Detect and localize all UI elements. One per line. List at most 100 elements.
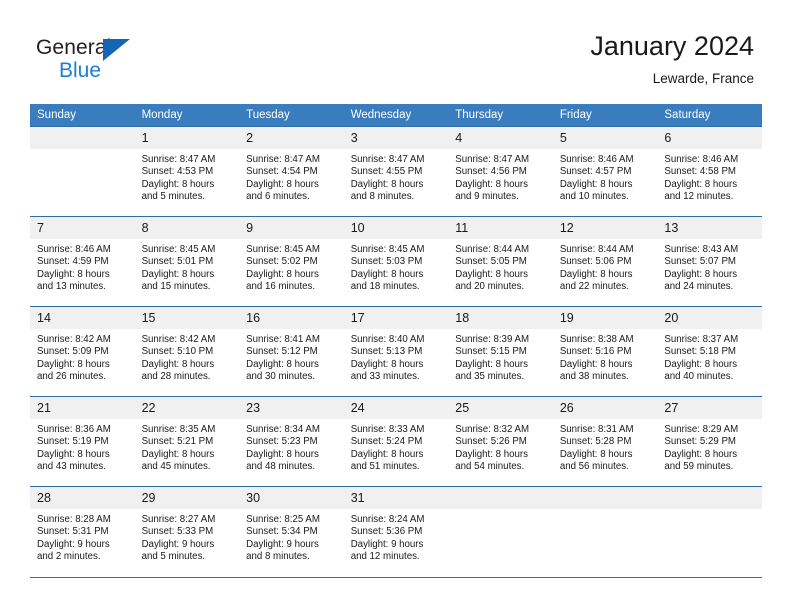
day-number: 2 xyxy=(239,127,344,149)
calendar-day-cell[interactable]: 12 Sunrise: 8:44 AM Sunset: 5:06 PM Dayligh… xyxy=(552,216,658,307)
day-sunset-text: Sunset: 5:21 PM xyxy=(141,436,214,448)
calendar-day-cell-empty xyxy=(657,486,762,577)
day-sunrise-text: Sunrise: 8:29 AM xyxy=(664,424,739,435)
day-number: 6 xyxy=(657,127,762,149)
day-daylight2-text: and 56 minutes. xyxy=(559,461,629,473)
day-number: 30 xyxy=(239,487,344,509)
calendar-day-cell[interactable]: 18 Sunrise: 8:39 AM Sunset: 5:15 PM Dayligh… xyxy=(448,306,553,397)
generalblue-logo[interactable]: General Blue xyxy=(36,36,216,86)
calendar-day-cell[interactable]: 10 Sunrise: 8:45 AM Sunset: 5:03 PM Dayligh… xyxy=(343,216,449,307)
calendar-week-row: 28 Sunrise: 8:28 AM Sunset: 5:31 PM Dayligh… xyxy=(30,486,762,577)
day-number: 19 xyxy=(552,307,658,329)
day-sunrise-text: Sunrise: 8:33 AM xyxy=(350,424,425,435)
day-daylight2-text: and 15 minutes. xyxy=(141,281,211,293)
day-daylight2-text: and 9 minutes. xyxy=(455,191,519,203)
day-sunrise-text: Sunrise: 8:41 AM xyxy=(246,334,320,345)
calendar-day-cell[interactable]: 28 Sunrise: 8:28 AM Sunset: 5:31 PM Dayligh… xyxy=(30,486,135,577)
day-sunset-text: Sunset: 5:16 PM xyxy=(559,346,632,358)
calendar-week-row: 21 Sunrise: 8:36 AM Sunset: 5:19 PM Dayligh… xyxy=(30,396,762,487)
day-number: 21 xyxy=(30,397,135,419)
day-sunset-text: Sunset: 4:59 PM xyxy=(37,256,109,268)
day-number: 29 xyxy=(134,487,240,509)
day-daylight1-text: Daylight: 8 hours xyxy=(350,358,424,370)
calendar-day-cell[interactable]: 21 Sunrise: 8:36 AM Sunset: 5:19 PM Dayligh… xyxy=(30,396,135,487)
weekday-header-friday: Friday xyxy=(552,104,658,127)
day-daylight1-text: Daylight: 8 hours xyxy=(559,268,633,280)
day-number: 23 xyxy=(239,397,344,419)
calendar-day-cell[interactable]: 29 Sunrise: 8:27 AM Sunset: 5:33 PM Dayligh… xyxy=(134,486,240,577)
day-sun-info: Sunrise: 8:37 AM Sunset: 5:18 PM Daylight:… xyxy=(657,329,762,384)
calendar-day-cell[interactable]: 25 Sunrise: 8:32 AM Sunset: 5:26 PM Dayligh… xyxy=(448,396,553,487)
day-daylight1-text: Daylight: 8 hours xyxy=(141,268,215,280)
calendar-day-cell-empty xyxy=(448,486,553,577)
day-sun-info: Sunrise: 8:24 AM Sunset: 5:36 PM Daylight:… xyxy=(344,509,449,564)
calendar-day-cell[interactable]: 23 Sunrise: 8:34 AM Sunset: 5:23 PM Dayligh… xyxy=(239,396,344,487)
calendar-day-cell[interactable]: 22 Sunrise: 8:35 AM Sunset: 5:21 PM Dayligh… xyxy=(134,396,240,487)
day-sunrise-text: Sunrise: 8:46 AM xyxy=(37,244,111,255)
day-sun-info: Sunrise: 8:31 AM Sunset: 5:28 PM Daylight:… xyxy=(553,419,658,474)
calendar-day-cell[interactable]: 9 Sunrise: 8:45 AM Sunset: 5:02 PM Daylight… xyxy=(239,216,344,307)
calendar-day-cell[interactable]: 5 Sunrise: 8:46 AM Sunset: 4:57 PM Daylight… xyxy=(552,126,658,217)
day-daylight2-text: and 38 minutes. xyxy=(559,371,629,383)
calendar-day-cell[interactable]: 6 Sunrise: 8:46 AM Sunset: 4:58 PM Daylight… xyxy=(657,126,762,217)
day-daylight1-text: Daylight: 8 hours xyxy=(350,448,424,460)
day-number: 18 xyxy=(448,307,553,329)
day-daylight2-text: and 43 minutes. xyxy=(37,461,106,473)
day-sunrise-text: Sunrise: 8:44 AM xyxy=(455,244,530,255)
day-daylight1-text: Daylight: 8 hours xyxy=(664,268,738,280)
day-daylight1-text: Daylight: 8 hours xyxy=(37,358,110,370)
day-number xyxy=(448,487,553,509)
day-daylight1-text: Daylight: 8 hours xyxy=(664,358,738,370)
day-sun-info: Sunrise: 8:46 AM Sunset: 4:57 PM Daylight:… xyxy=(553,149,658,204)
day-sun-info: Sunrise: 8:25 AM Sunset: 5:34 PM Daylight:… xyxy=(239,509,344,564)
calendar-day-cell[interactable]: 20 Sunrise: 8:37 AM Sunset: 5:18 PM Dayligh… xyxy=(657,306,762,397)
calendar-day-cell[interactable]: 11 Sunrise: 8:44 AM Sunset: 5:05 PM Dayligh… xyxy=(448,216,553,307)
day-sun-info: Sunrise: 8:35 AM Sunset: 5:21 PM Daylight:… xyxy=(135,419,240,474)
day-daylight1-text: Daylight: 9 hours xyxy=(246,538,319,550)
calendar-day-cell[interactable]: 24 Sunrise: 8:33 AM Sunset: 5:24 PM Dayligh… xyxy=(343,396,449,487)
day-sun-info: Sunrise: 8:46 AM Sunset: 4:59 PM Daylight:… xyxy=(30,239,135,294)
calendar-day-cell[interactable]: 26 Sunrise: 8:31 AM Sunset: 5:28 PM Dayligh… xyxy=(552,396,658,487)
day-sun-info: Sunrise: 8:44 AM Sunset: 5:06 PM Daylight:… xyxy=(553,239,658,294)
day-sunrise-text: Sunrise: 8:45 AM xyxy=(350,244,425,255)
calendar-day-cell[interactable]: 19 Sunrise: 8:38 AM Sunset: 5:16 PM Dayligh… xyxy=(552,306,658,397)
calendar-day-cell[interactable]: 31 Sunrise: 8:24 AM Sunset: 5:36 PM Dayligh… xyxy=(343,486,449,577)
calendar-day-cell[interactable]: 27 Sunrise: 8:29 AM Sunset: 5:29 PM Dayligh… xyxy=(657,396,762,487)
day-number: 31 xyxy=(343,487,449,509)
day-daylight2-text: and 45 minutes. xyxy=(141,461,211,473)
day-sunrise-text: Sunrise: 8:45 AM xyxy=(246,244,320,255)
day-number: 22 xyxy=(134,397,240,419)
calendar-day-cell[interactable]: 3 Sunrise: 8:47 AM Sunset: 4:55 PM Daylight… xyxy=(343,126,449,217)
calendar-day-cell[interactable]: 7 Sunrise: 8:46 AM Sunset: 4:59 PM Daylight… xyxy=(30,216,135,307)
weekday-header-wednesday: Wednesday xyxy=(343,104,449,127)
day-daylight2-text: and 18 minutes. xyxy=(350,281,420,293)
day-daylight1-text: Daylight: 8 hours xyxy=(141,178,215,190)
calendar-day-cell[interactable]: 17 Sunrise: 8:40 AM Sunset: 5:13 PM Dayligh… xyxy=(343,306,449,397)
calendar-day-cell[interactable]: 1 Sunrise: 8:47 AM Sunset: 4:53 PM Daylight… xyxy=(134,126,240,217)
day-number: 4 xyxy=(448,127,553,149)
day-daylight1-text: Daylight: 9 hours xyxy=(350,538,424,550)
calendar-day-cell[interactable]: 13 Sunrise: 8:43 AM Sunset: 5:07 PM Dayligh… xyxy=(657,216,762,307)
day-sunrise-text: Sunrise: 8:39 AM xyxy=(455,334,530,345)
day-daylight2-text: and 5 minutes. xyxy=(141,191,206,203)
calendar-day-cell[interactable]: 8 Sunrise: 8:45 AM Sunset: 5:01 PM Daylight… xyxy=(134,216,240,307)
calendar-week-row: 1 Sunrise: 8:47 AM Sunset: 4:53 PM Daylight… xyxy=(30,126,762,217)
day-number: 10 xyxy=(343,217,449,239)
day-daylight1-text: Daylight: 8 hours xyxy=(559,448,633,460)
calendar-day-cell[interactable]: 2 Sunrise: 8:47 AM Sunset: 4:54 PM Daylight… xyxy=(239,126,344,217)
day-sunrise-text: Sunrise: 8:28 AM xyxy=(37,514,111,525)
day-number: 11 xyxy=(448,217,553,239)
day-sunset-text: Sunset: 5:03 PM xyxy=(350,256,423,268)
calendar-day-cell-empty xyxy=(30,126,135,217)
day-sunrise-text: Sunrise: 8:31 AM xyxy=(559,424,634,435)
calendar-day-cell[interactable]: 16 Sunrise: 8:41 AM Sunset: 5:12 PM Dayligh… xyxy=(239,306,344,397)
calendar-day-cell[interactable]: 15 Sunrise: 8:42 AM Sunset: 5:10 PM Dayligh… xyxy=(134,306,240,397)
calendar-day-cell[interactable]: 4 Sunrise: 8:47 AM Sunset: 4:56 PM Daylight… xyxy=(448,126,553,217)
day-sunset-text: Sunset: 4:58 PM xyxy=(664,166,736,178)
calendar-day-cell[interactable]: 30 Sunrise: 8:25 AM Sunset: 5:34 PM Dayligh… xyxy=(239,486,344,577)
day-sun-info: Sunrise: 8:42 AM Sunset: 5:10 PM Daylight:… xyxy=(135,329,240,384)
day-sun-info: Sunrise: 8:41 AM Sunset: 5:12 PM Daylight:… xyxy=(239,329,344,384)
calendar-day-cell[interactable]: 14 Sunrise: 8:42 AM Sunset: 5:09 PM Dayligh… xyxy=(30,306,135,397)
day-number: 20 xyxy=(657,307,762,329)
day-daylight1-text: Daylight: 8 hours xyxy=(246,178,319,190)
